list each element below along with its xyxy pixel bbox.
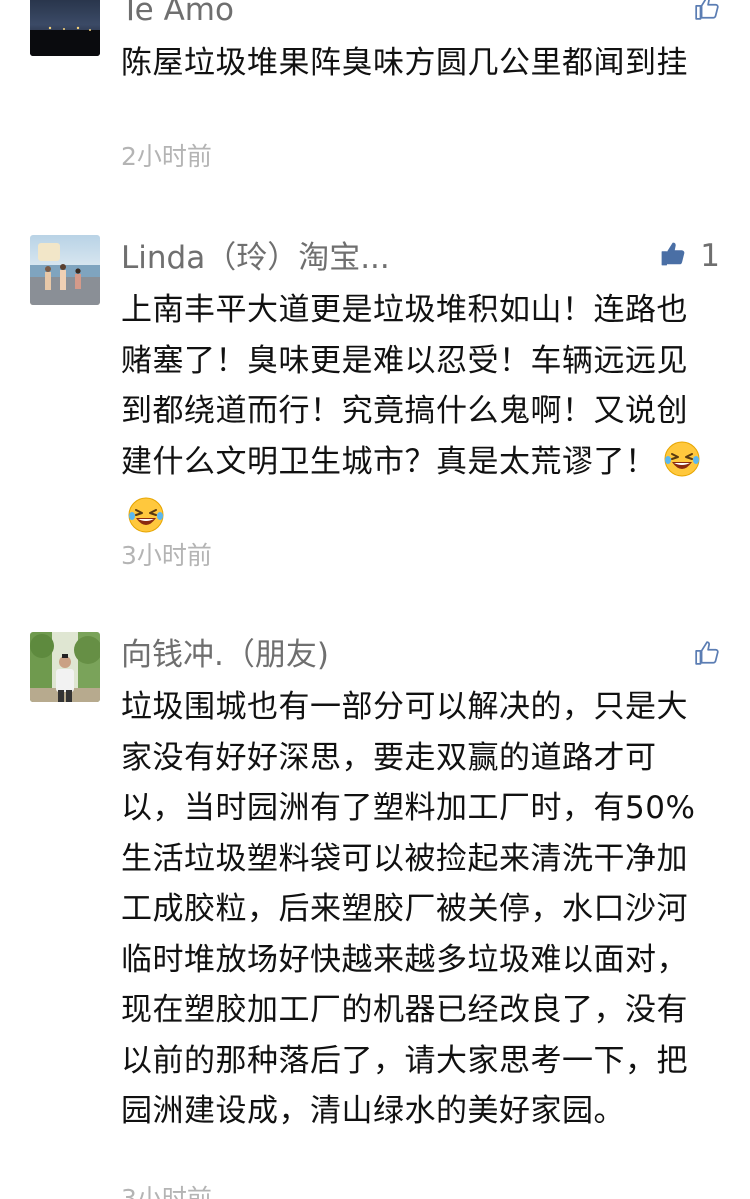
comment-timestamp: 2小时前: [121, 142, 212, 171]
comment-text-body: 上南丰平大道更是垃圾堆积如山！连路也赌塞了！臭味更是难以忍受！车辆远远见到都绕道…: [121, 292, 688, 480]
like-button[interactable]: [694, 637, 720, 673]
avatar[interactable]: [30, 235, 100, 305]
like-button[interactable]: 1: [660, 238, 720, 274]
commenter-name[interactable]: Linda（玲）淘宝...: [121, 240, 390, 276]
avatar[interactable]: [30, 0, 100, 56]
like-button[interactable]: [694, 0, 720, 28]
laughing-crying-emoji: [663, 440, 701, 494]
comment-text: 陈屋垃圾堆果阵臭味方圆几公里都闻到挂: [121, 45, 688, 81]
avatar[interactable]: [30, 632, 100, 702]
commenter-name[interactable]: Te Amo: [121, 0, 234, 28]
comment-list: Te Amo 陈屋垃圾堆果阵臭味方圆几公里都闻到挂 2小时前 Linda（玲）淘…: [0, 0, 750, 1199]
thumbs-up-filled-icon: [660, 241, 686, 271]
thumbs-up-outline-icon: [694, 640, 720, 670]
comment-timestamp: 3小时前: [121, 541, 212, 570]
commenter-name[interactable]: 向钱冲.（朋友): [121, 637, 329, 673]
thumbs-up-outline-icon: [694, 0, 720, 25]
comment-text: 上南丰平大道更是垃圾堆积如山！连路也赌塞了！臭味更是难以忍受！车辆远远见到都绕道…: [121, 285, 706, 550]
comment-timestamp: 3小时前: [121, 1184, 212, 1199]
like-count: 1: [700, 238, 720, 274]
comment-text: 垃圾围城也有一部分可以解决的，只是大家没有好好深思，要走双赢的道路才可以，当时园…: [121, 689, 696, 1129]
